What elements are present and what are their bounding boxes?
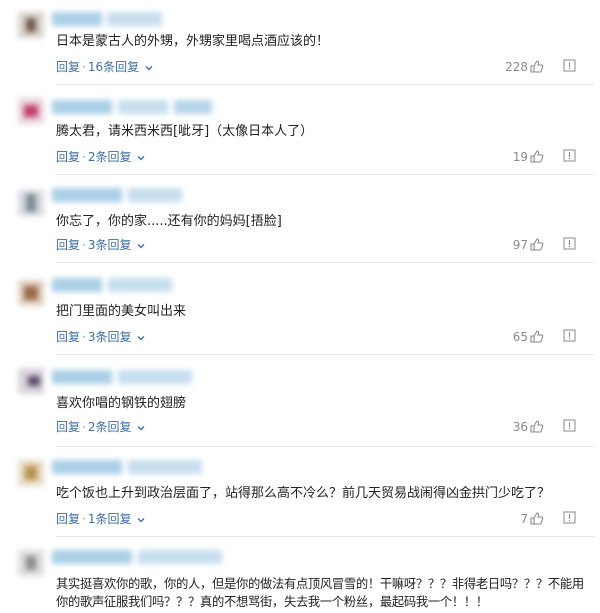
- username-blurred[interactable]: [52, 550, 222, 564]
- report-icon[interactable]: [563, 419, 576, 432]
- reply-link[interactable]: 回复: [56, 328, 80, 346]
- separator: ·: [82, 150, 86, 164]
- comment-footer: 回复 · 2条回复 19: [56, 148, 580, 166]
- thumbs-up-icon: [530, 330, 544, 343]
- like-count: 19: [512, 150, 528, 164]
- username-blurred[interactable]: [52, 460, 202, 474]
- chevron-down-icon[interactable]: [145, 64, 153, 72]
- report-icon[interactable]: [563, 511, 576, 524]
- divider: [56, 262, 594, 263]
- avatar[interactable]: [18, 368, 44, 394]
- view-replies-link[interactable]: 2条回复: [88, 418, 132, 436]
- username-blurred[interactable]: [52, 188, 182, 202]
- reply-link[interactable]: 回复: [56, 148, 80, 166]
- chevron-down-icon[interactable]: [137, 154, 145, 162]
- chevron-down-icon[interactable]: [137, 516, 145, 524]
- avatar[interactable]: [18, 280, 44, 306]
- thumbs-up-icon: [530, 238, 544, 251]
- separator: ·: [82, 512, 86, 526]
- view-replies-link[interactable]: 3条回复: [88, 328, 132, 346]
- thumbs-up-icon: [530, 420, 544, 433]
- comment-text: 喜欢你唱的钢铁的翅膀: [56, 396, 187, 411]
- reply-link[interactable]: 回复: [56, 236, 80, 254]
- divider: [56, 446, 594, 447]
- comment-footer: 回复 · 2条回复 36: [56, 418, 580, 436]
- comment-text: 腾太君，请米西米西[呲牙]（太像日本人了）: [56, 124, 314, 139]
- comment-text: 把门里面的美女叫出来: [56, 304, 187, 319]
- avatar[interactable]: [18, 550, 44, 576]
- divider: [56, 84, 594, 85]
- username-blurred[interactable]: [52, 100, 212, 114]
- report-icon[interactable]: [563, 59, 576, 72]
- avatar[interactable]: [18, 190, 44, 216]
- like-button[interactable]: 19: [513, 148, 544, 166]
- reply-link[interactable]: 回复: [56, 510, 80, 528]
- report-icon[interactable]: [563, 329, 576, 342]
- thumbs-up-icon: [530, 60, 544, 73]
- like-button[interactable]: 228: [505, 58, 544, 76]
- comment-footer: 回复 · 3条回复 97: [56, 236, 580, 254]
- report-icon[interactable]: [563, 237, 576, 250]
- like-button[interactable]: 36: [513, 418, 544, 436]
- username-blurred[interactable]: [52, 12, 162, 26]
- comment-text: 其实挺喜欢你的歌，你的人，但是你的做法有点顶风冒雪的！干嘛呀？？？非得老日吗？？…: [56, 577, 584, 591]
- comment-text-continued: 你的歌声征服我们吗？？？真的不想骂街，失去我一个粉丝，最起码我一个！！！: [56, 595, 488, 609]
- reply-link[interactable]: 回复: [56, 58, 80, 76]
- view-replies-link[interactable]: 16条回复: [88, 58, 139, 76]
- avatar[interactable]: [18, 98, 44, 124]
- reply-link[interactable]: 回复: [56, 418, 80, 436]
- view-replies-link[interactable]: 3条回复: [88, 236, 132, 254]
- chevron-down-icon[interactable]: [137, 424, 145, 432]
- thumbs-up-icon: [530, 512, 544, 525]
- comment-footer: 回复 · 16条回复 228: [56, 58, 580, 76]
- separator: ·: [82, 238, 86, 252]
- thumbs-up-icon: [530, 150, 544, 163]
- username-blurred[interactable]: [52, 278, 172, 292]
- like-count: 65: [512, 330, 528, 344]
- comment-text: 你忘了，你的家.....还有你的妈妈[捂脸]: [56, 214, 282, 229]
- report-icon[interactable]: [563, 149, 576, 162]
- chevron-down-icon[interactable]: [137, 334, 145, 342]
- like-count: 97: [512, 238, 528, 252]
- like-button[interactable]: 7: [520, 510, 544, 528]
- divider: [56, 536, 594, 537]
- comment-text: 吃个饭也上升到政治层面了，站得那么高不冷么？前几天贸易战闹得凶金拱门少吃了？: [56, 486, 551, 501]
- avatar[interactable]: [18, 12, 44, 38]
- separator: ·: [82, 330, 86, 344]
- avatar[interactable]: [18, 460, 44, 486]
- like-button[interactable]: 65: [513, 328, 544, 346]
- username-blurred[interactable]: [52, 370, 192, 384]
- comment-footer: 回复 · 3条回复 65: [56, 328, 580, 346]
- divider: [56, 354, 594, 355]
- view-replies-link[interactable]: 1条回复: [88, 510, 132, 528]
- chevron-down-icon[interactable]: [137, 242, 145, 250]
- like-count: 36: [512, 420, 528, 434]
- like-count: 228: [505, 60, 528, 74]
- like-button[interactable]: 97: [513, 236, 544, 254]
- view-replies-link[interactable]: 2条回复: [88, 148, 132, 166]
- divider: [56, 174, 594, 175]
- separator: ·: [82, 60, 86, 74]
- separator: ·: [82, 420, 86, 434]
- like-count: 7: [520, 512, 528, 526]
- comment-footer: 回复 · 1条回复 7: [56, 510, 580, 528]
- comment-text: 日本是蒙古人的外甥，外甥家里喝点酒应该的！: [56, 34, 330, 49]
